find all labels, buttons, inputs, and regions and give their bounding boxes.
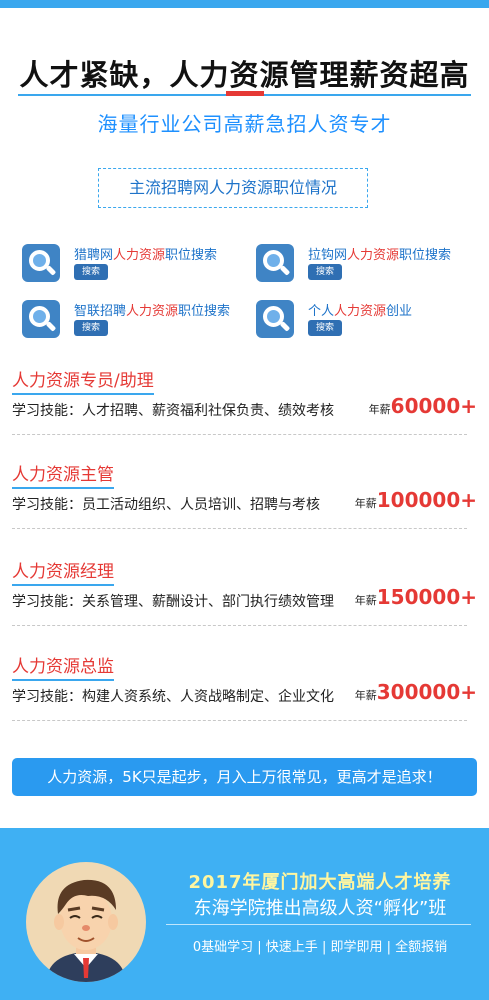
job-tier-specialist: 人力资源专员/助理 学习技能：人才招聘、薪资福利社保负责、绩效考核 年薪6000… (0, 366, 489, 456)
avatar (26, 862, 146, 982)
footer-subheadline: 东海学院推出高级人资“孵化”班 (193, 898, 447, 919)
salary-value: 60000+ (390, 394, 477, 418)
salary-value: 150000+ (376, 585, 477, 609)
job-salary: 年薪300000+ (355, 680, 477, 704)
job-title: 人力资源经理 (12, 557, 114, 586)
search-item-title[interactable]: 猎聘网人力资源职位搜索 (74, 244, 217, 263)
page-headline: 人才紧缺，人力资源管理薪资超高 (19, 58, 470, 92)
search-button[interactable]: 搜索 (308, 264, 342, 280)
salary-value: 300000+ (376, 680, 477, 704)
search-item-zhilian[interactable]: 智联招聘人力资源职位搜索 搜索 (22, 300, 252, 340)
search-icon (22, 300, 60, 338)
top-strip (0, 0, 489, 8)
job-skills: 学习技能：人才招聘、薪资福利社保负责、绩效考核 (12, 403, 334, 419)
job-divider (12, 720, 467, 721)
job-salary: 年薪60000+ (369, 394, 477, 418)
salary-label: 年薪 (354, 594, 377, 607)
search-item-lagou[interactable]: 拉钩网人力资源职位搜索 搜索 (256, 244, 486, 284)
job-tier-supervisor: 人力资源主管 学习技能：员工活动组织、人员培训、招聘与考核 年薪100000+ (0, 460, 489, 550)
page-subhead: 海量行业公司高薪急招人资专才 (97, 112, 392, 136)
section-label: 主流招聘网人力资源职位情况 (128, 178, 337, 197)
footer-headline: 2017年厦门加大高端人才培养 (188, 872, 452, 893)
search-button[interactable]: 搜索 (74, 320, 108, 336)
footer-panel: 2017年厦门加大高端人才培养 东海学院推出高级人资“孵化”班 0基础学习 | … (0, 828, 489, 1000)
search-item-title[interactable]: 拉钩网人力资源职位搜索 (308, 244, 451, 263)
job-skills: 学习技能：构建人资系统、人资战略制定、企业文化 (12, 689, 334, 705)
job-divider (12, 434, 467, 435)
section-label-box: 主流招聘网人力资源职位情况 (98, 168, 368, 208)
cartoon-man-icon (46, 879, 126, 982)
job-title: 人力资源总监 (12, 652, 114, 681)
search-item-title[interactable]: 智联招聘人力资源职位搜索 (74, 300, 230, 319)
job-tier-director: 人力资源总监 学习技能：构建人资系统、人资战略制定、企业文化 年薪300000+ (0, 652, 489, 742)
search-icon (256, 244, 294, 282)
job-salary: 年薪100000+ (355, 488, 477, 512)
search-icon (22, 244, 60, 282)
promo-banner: 人力资源，5K只是起步，月入上万很常见，更高才是追求！ (12, 758, 477, 796)
job-divider (12, 528, 467, 529)
job-skills: 学习技能：员工活动组织、人员培训、招聘与考核 (12, 497, 320, 513)
salary-label: 年薪 (354, 689, 377, 702)
search-item-startup[interactable]: 个人人力资源创业 搜索 (256, 300, 486, 340)
search-button[interactable]: 搜索 (308, 320, 342, 336)
job-tier-manager: 人力资源经理 学习技能：关系管理、薪酬设计、部门执行绩效管理 年薪150000+ (0, 557, 489, 647)
job-salary: 年薪150000+ (355, 585, 477, 609)
job-skills: 学习技能：关系管理、薪酬设计、部门执行绩效管理 (12, 594, 334, 610)
footer-features: 0基础学习 | 快速上手 | 即学即用 | 全额报销 (192, 940, 448, 955)
search-item-title[interactable]: 个人人力资源创业 (308, 300, 412, 319)
search-button[interactable]: 搜索 (74, 264, 108, 280)
headline-divider-accent (226, 91, 264, 96)
salary-value: 100000+ (376, 488, 477, 512)
salary-label: 年薪 (368, 403, 391, 416)
job-title: 人力资源专员/助理 (12, 366, 154, 395)
salary-label: 年薪 (354, 497, 377, 510)
job-title: 人力资源主管 (12, 460, 114, 489)
search-item-liepin[interactable]: 猎聘网人力资源职位搜索 搜索 (22, 244, 252, 284)
search-icon (256, 300, 294, 338)
job-divider (12, 625, 467, 626)
footer-divider (166, 924, 471, 925)
